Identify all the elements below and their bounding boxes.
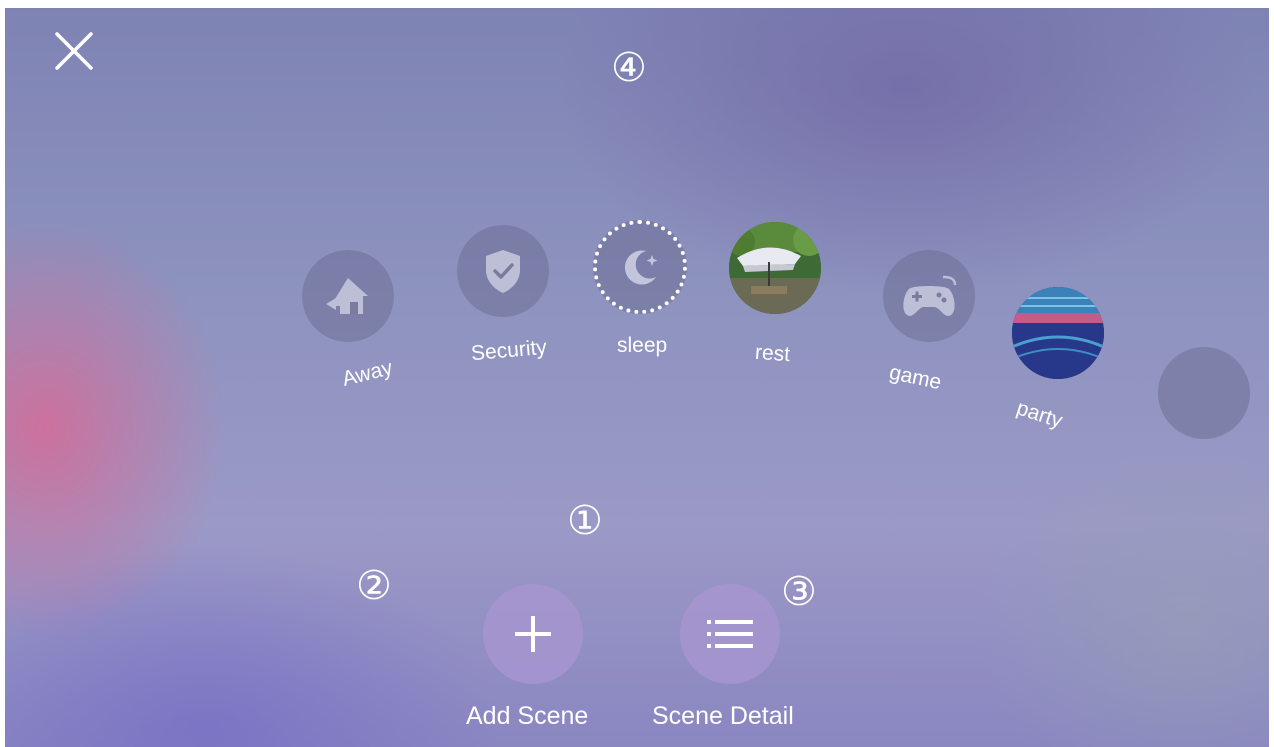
annotation-marker-1: ① xyxy=(567,498,603,544)
scene-security-disc xyxy=(457,225,549,317)
scene-party-label: party xyxy=(1013,396,1066,433)
scene-away-label: Away xyxy=(339,356,395,391)
scene-rest-label: rest xyxy=(754,340,791,367)
scene-game-label: game xyxy=(887,360,944,395)
scene-detail-circle xyxy=(680,584,780,684)
home-leave-icon xyxy=(326,278,368,314)
scene-game-disc xyxy=(883,250,975,342)
annotation-marker-3: ③ xyxy=(781,569,817,615)
add-scene-circle xyxy=(483,584,583,684)
shield-check-icon xyxy=(486,250,520,293)
scene-detail-label: Scene Detail xyxy=(652,702,794,730)
close-icon xyxy=(55,32,93,70)
annotation-marker-4: ④ xyxy=(611,45,647,91)
gamepad-icon xyxy=(903,275,957,316)
scene-selector-screen: ④ ① ② ③ Away Security sleep rest game pa… xyxy=(5,8,1269,747)
annotation-marker-2: ② xyxy=(356,563,392,609)
scene-sleep-label: sleep xyxy=(617,334,668,357)
scene-rest-photo xyxy=(729,222,821,314)
umbrella-photo xyxy=(729,222,821,314)
list-icon xyxy=(707,620,753,648)
scene-sleep-disc xyxy=(593,220,687,314)
plus-icon xyxy=(515,616,551,652)
scene-away-disc xyxy=(302,250,394,342)
add-scene-label: Add Scene xyxy=(466,702,589,730)
scene-security-label: Security xyxy=(470,335,548,366)
close-button[interactable] xyxy=(53,30,95,72)
scene-party-photo xyxy=(1012,287,1104,379)
moon-star-icon xyxy=(624,250,658,285)
scene-empty-disc xyxy=(1158,347,1250,439)
party-photo xyxy=(1012,287,1104,379)
